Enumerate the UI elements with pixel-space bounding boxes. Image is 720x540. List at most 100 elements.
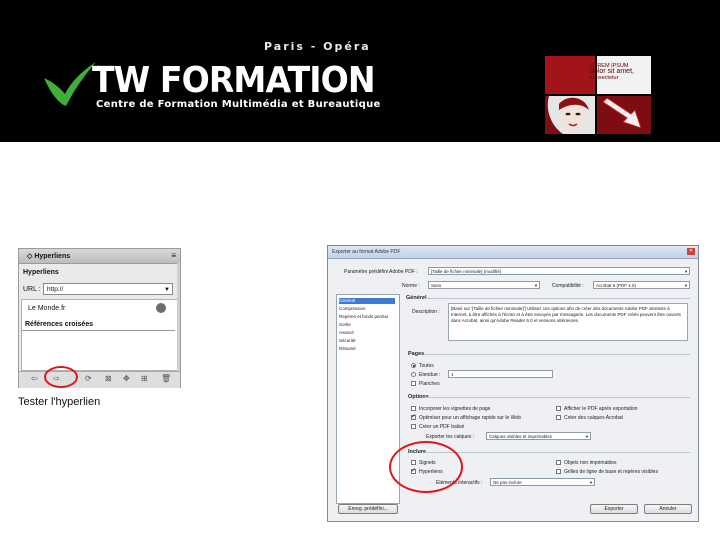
dialog-sidebar: Général Compression Repères et fonds per… [336,294,400,504]
pages-range-input[interactable]: 1 [448,370,553,378]
export-button[interactable]: Exporter [590,504,638,514]
tagged-pdf-checkbox[interactable] [411,424,416,429]
dialog-title: Exporter au format Adobe PDF [332,249,401,255]
chevron-down-icon: ▼ [534,283,538,288]
sidebar-item-marks[interactable]: Repères et fonds perdus [339,314,395,320]
export-layers-label: Exporter les calques : [426,434,475,440]
divider [425,452,690,453]
acrobat-layers-checkbox[interactable] [556,415,561,420]
compat-label: Compatibilité : [552,283,584,289]
pages-all-radio[interactable] [411,363,416,368]
preset-select[interactable]: [Taille de fichier minimale] (modifié) ▼ [428,267,690,275]
url-value: http:// [47,286,64,293]
tagged-pdf-label: Créer un PDF balisé [419,424,465,430]
promo-tile-arrow [597,96,651,134]
url-input[interactable]: http:// ▼ [43,283,173,295]
cross-references-title: Références croisées [25,321,94,328]
promo-text: LOREM IPSUM dolor sit amet, consectetur [590,63,634,81]
divider [424,298,690,299]
hyperlinks-checkbox[interactable] [411,467,416,474]
chevron-down-icon: ▼ [684,283,688,288]
chevron-down-icon: ▼ [589,480,593,485]
close-icon[interactable]: ✕ [687,248,695,255]
export-layers-value: Calques visibles et imprimables [489,434,553,439]
brand-tagline: Centre de Formation Multimédia et Bureau… [96,99,381,110]
description-text: [Basé sur '[Taille de fichier minimale]'… [448,303,688,341]
spreads-label: Planches [419,381,440,387]
web-optimize-checkbox[interactable] [411,413,416,420]
guides-label: Grilles de ligne de base et repères visi… [564,469,658,475]
preset-label: Paramètre prédéfini Adobe PDF : [344,269,418,275]
bookmarks-checkbox[interactable] [411,460,416,465]
new-link-icon[interactable]: ⊞ [141,374,148,383]
web-optimize-label: Optimiser pour un affichage rapide sur l… [419,415,521,421]
chevron-down-icon[interactable]: ▼ [164,284,170,296]
divider [426,397,690,398]
go-to-destination-icon[interactable]: ⇨ [53,374,60,383]
refresh-icon[interactable]: ⟳ [85,374,92,383]
norm-label: Norme : [402,283,420,289]
pages-range-radio[interactable] [411,372,416,377]
swoosh-logo-icon [44,62,96,106]
trash-icon[interactable]: 🗑 [161,374,171,383]
norm-value: Sans [431,283,442,288]
divider [22,330,175,331]
compat-value: Acrobat 6 (PDF 1.5) [596,283,637,288]
panel-section-title: Hyperliens [23,269,59,276]
bookmarks-label: Signets [419,460,436,466]
interactive-label: Eléments interactifs : [436,480,483,486]
spreads-checkbox[interactable] [411,381,416,386]
export-layers-select[interactable]: Calques visibles et imprimables ▼ [486,432,591,440]
thumbnails-checkbox[interactable] [411,406,416,411]
panel-tab-label: ◇ Hyperliens [27,253,71,260]
dialog-title-bar: Exporter au format Adobe PDF ✕ [328,246,698,259]
url-label: URL : [23,286,41,293]
arrow-icon [597,96,651,134]
nonprint-objects-checkbox[interactable] [556,460,561,465]
promo-tile-red [545,56,595,94]
norm-select[interactable]: Sans ▼ [428,281,540,289]
acrobat-layers-label: Créer des calques Acrobat [564,415,623,421]
compat-select[interactable]: Acrobat 6 (PDF 1.5) ▼ [593,281,690,289]
panel-scrollbar[interactable] [177,263,180,371]
panel-tab[interactable]: ◇ Hyperliens ≡ [19,249,180,264]
sidebar-item-summary[interactable]: Résumé [339,346,395,352]
error-icon[interactable]: ⊠ [105,374,112,383]
view-after-export-label: Afficher le PDF après exportation [564,406,638,412]
interactive-select[interactable]: Ne pas inclure ▼ [490,478,595,486]
guides-checkbox[interactable] [556,469,561,474]
move-icon[interactable]: ✥ [123,374,130,383]
include-section-title: Inclure [408,449,427,455]
nonprint-objects-label: Objets non imprimables [564,460,617,466]
view-after-export-checkbox[interactable] [556,406,561,411]
portrait-icon [545,96,595,134]
hyperlinks-panel: ◇ Hyperliens ≡ Hyperliens URL : http:// … [18,248,181,388]
sidebar-item-security[interactable]: Sécurité [339,338,395,344]
go-to-source-icon[interactable]: ⇦ [31,374,38,383]
pages-all-label: Toutes [419,363,434,369]
hyperlink-list: Le Monde.fr Références croisées [21,299,178,371]
divider [424,354,690,355]
panel-menu-icon[interactable]: ≡ [171,251,176,260]
pages-section-title: Pages [408,351,425,357]
sidebar-item-output[interactable]: Sortie [339,322,395,328]
header-banner: Paris - Opéra TW FORMATION Centre de For… [0,0,720,142]
sidebar-item-general[interactable]: Général [339,298,395,304]
link-status-icon [156,303,166,313]
sidebar-item-advanced[interactable]: Avancé [339,330,395,336]
city-line: Paris - Opéra [264,40,371,53]
preset-value: [Taille de fichier minimale] (modifié) [431,269,502,274]
promo-line: consectetur [590,75,619,81]
thumbnails-label: Incorporer les vignettes de page [419,406,491,412]
chevron-down-icon: ▼ [684,269,688,274]
save-preset-button[interactable]: Enreg. prédéfini... [338,504,398,514]
sidebar-item-compression[interactable]: Compression [339,306,395,312]
hyperlinks-label: Hyperliens [419,469,443,475]
brand-name: TW FORMATION [92,60,376,101]
interactive-value: Ne pas inclure [493,480,522,485]
cancel-button[interactable]: Annuler [644,504,692,514]
promo-tile-portrait [545,96,595,134]
list-item[interactable]: Le Monde.fr [28,305,65,312]
export-pdf-dialog: Exporter au format Adobe PDF ✕ Paramètre… [327,245,699,522]
panel-footer: ⇦ ⇨ ⟳ ⊠ ✥ ⊞ 🗑 [19,371,180,388]
